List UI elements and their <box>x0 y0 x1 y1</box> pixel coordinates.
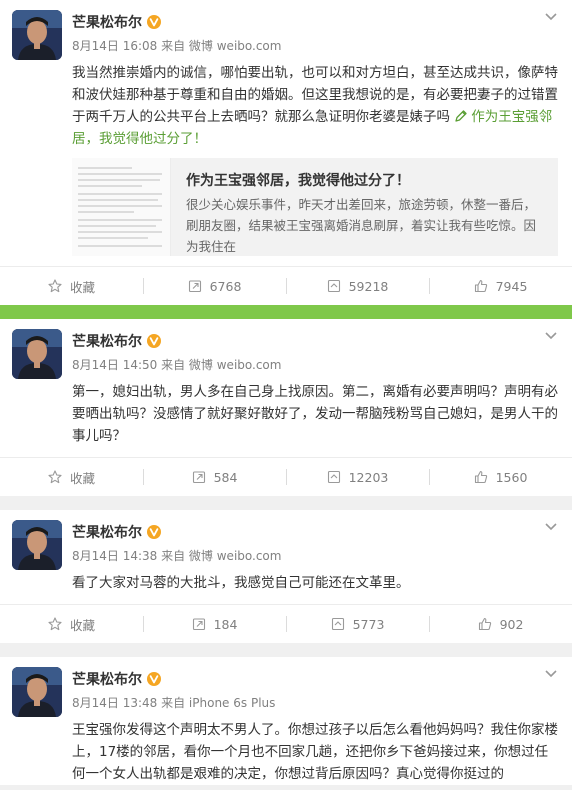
star-icon <box>48 279 62 293</box>
favorite-button[interactable]: 收藏 <box>0 458 143 496</box>
chevron-down-icon[interactable] <box>544 331 558 341</box>
post-text: 看了大家对马蓉的大批斗，我感觉自己可能还在文革里。 <box>72 575 410 591</box>
verified-badge-icon <box>147 334 161 348</box>
comment-icon <box>331 617 345 631</box>
separator <box>0 496 572 510</box>
separator <box>0 643 572 657</box>
avatar[interactable] <box>12 520 62 570</box>
author-name[interactable]: 芒果松布尔 <box>72 331 142 351</box>
action-bar: 收藏 584 12203 1560 <box>0 457 572 496</box>
post-meta[interactable]: 8月14日 14:50 来自 微博 weibo.com <box>72 357 560 373</box>
thumbs-up-icon <box>478 617 492 631</box>
post-header: 芒果松布尔 8月14日 14:38 来自 微博 weibo.com <box>0 510 572 570</box>
comment-icon <box>327 279 341 293</box>
like-button[interactable]: 7945 <box>429 267 572 305</box>
article-card[interactable]: 作为王宝强邻居，我觉得他过分了！ 很少关心娱乐事件，昨天才出差回来，旅途劳顿，休… <box>72 158 558 256</box>
repost-icon <box>192 617 206 631</box>
like-button[interactable]: 1560 <box>429 458 572 496</box>
post-header: 芒果松布尔 8月14日 16:08 来自 微博 weibo.com <box>0 0 572 60</box>
post-meta[interactable]: 8月14日 16:08 来自 微博 weibo.com <box>72 38 560 54</box>
author-name[interactable]: 芒果松布尔 <box>72 12 142 32</box>
chevron-down-icon[interactable] <box>544 12 558 22</box>
repost-icon <box>188 279 202 293</box>
comment-button[interactable]: 5773 <box>286 605 429 643</box>
thumbs-up-icon <box>474 470 488 484</box>
action-bar: 收藏 184 5773 902 <box>0 604 572 643</box>
post-meta[interactable]: 8月14日 14:38 来自 微博 weibo.com <box>72 548 560 564</box>
favorite-button[interactable]: 收藏 <box>0 605 143 643</box>
verified-badge-icon <box>147 15 161 29</box>
chevron-down-icon[interactable] <box>544 522 558 532</box>
avatar[interactable] <box>12 329 62 379</box>
article-title: 作为王宝强邻居，我觉得他过分了！ <box>186 173 410 189</box>
like-button[interactable]: 902 <box>429 605 572 643</box>
star-icon <box>48 470 62 484</box>
weibo-post: 芒果松布尔 8月14日 13:48 来自 iPhone 6s Plus 王宝强你… <box>0 657 572 785</box>
weibo-post: 芒果松布尔 8月14日 14:38 来自 微博 weibo.com 看了大家对马… <box>0 510 572 643</box>
post-text: 我当然推崇婚内的诚信，哪怕要出轨，也可以和对方坦白，甚至达成共识，像萨特和波伏娃… <box>72 65 558 147</box>
comment-button[interactable]: 12203 <box>286 458 429 496</box>
post-header: 芒果松布尔 8月14日 13:48 来自 iPhone 6s Plus <box>0 657 572 717</box>
avatar[interactable] <box>12 667 62 717</box>
post-header: 芒果松布尔 8月14日 14:50 来自 微博 weibo.com <box>0 319 572 379</box>
post-text: 第一，媳妇出轨，男人多在自己身上找原因。第二，离婚有必要声明吗？声明有必要晒出轨… <box>72 384 558 444</box>
favorite-button[interactable]: 收藏 <box>0 267 143 305</box>
action-bar: 收藏 6768 59218 7945 <box>0 266 572 305</box>
pen-icon <box>454 109 468 123</box>
repost-button[interactable]: 184 <box>143 605 286 643</box>
comment-icon <box>327 470 341 484</box>
author-name[interactable]: 芒果松布尔 <box>72 522 142 542</box>
repost-button[interactable]: 6768 <box>143 267 286 305</box>
article-description: 很少关心娱乐事件，昨天才出差回来，旅途劳顿，休整一番后，刷朋友圈，结果被王宝强离… <box>186 197 537 254</box>
post-meta[interactable]: 8月14日 13:48 来自 iPhone 6s Plus <box>72 695 560 711</box>
comment-button[interactable]: 59218 <box>286 267 429 305</box>
verified-badge-icon <box>147 525 161 539</box>
weibo-post: 芒果松布尔 8月14日 16:08 来自 微博 weibo.com 我当然推崇婚… <box>0 0 572 305</box>
verified-badge-icon <box>147 672 161 686</box>
star-icon <box>48 617 62 631</box>
chevron-down-icon[interactable] <box>544 669 558 679</box>
author-name[interactable]: 芒果松布尔 <box>72 669 142 689</box>
repost-icon <box>192 470 206 484</box>
thumbs-up-icon <box>474 279 488 293</box>
avatar[interactable] <box>12 10 62 60</box>
article-thumbnail <box>72 158 171 256</box>
weibo-post: 芒果松布尔 8月14日 14:50 来自 微博 weibo.com 第一，媳妇出… <box>0 319 572 496</box>
post-text: 王宝强你发得这个声明太不男人了。你想过孩子以后怎么看他妈妈吗？我住你家楼上，17… <box>72 722 558 782</box>
separator <box>0 305 572 319</box>
repost-button[interactable]: 584 <box>143 458 286 496</box>
